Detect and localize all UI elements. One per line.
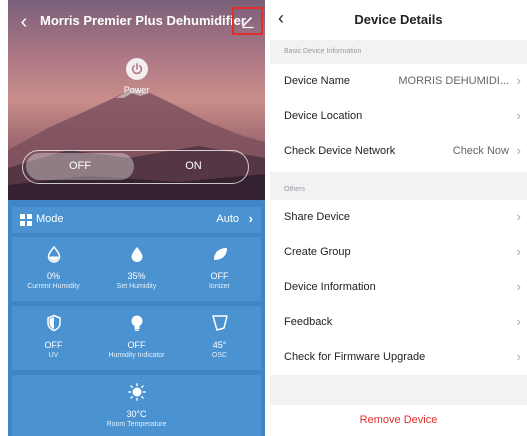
ionizer-tile[interactable]: OFF Ionizer: [178, 237, 261, 301]
chevron-right-icon: ›: [516, 314, 521, 329]
room-temperature-value: 30°C: [126, 409, 147, 419]
mode-row[interactable]: Mode Auto ›: [12, 207, 261, 233]
ionizer-label: Ionizer: [208, 283, 230, 290]
hero-banner: ‹ Morris Premier Plus Dehumidifier Power…: [8, 0, 265, 200]
chevron-right-icon: ›: [516, 209, 521, 224]
device-control-panel: ‹ Morris Premier Plus Dehumidifier Power…: [8, 0, 265, 436]
grid-icon: [20, 214, 32, 226]
power-toggle[interactable]: OFF ON: [22, 150, 249, 184]
pencil-icon: [242, 17, 254, 29]
ionizer-value: OFF: [210, 271, 229, 281]
current-humidity-label: Current Humidity: [27, 283, 80, 290]
shield-icon: [47, 314, 61, 332]
edit-button[interactable]: [232, 7, 263, 35]
device-details-panel: ‹ Device Details Basic Device Informatio…: [270, 0, 527, 436]
create-group-label: Create Group: [284, 246, 351, 258]
chevron-right-icon: ›: [516, 279, 521, 294]
humidity-indicator-label: Humidity Indicator: [108, 352, 165, 359]
status-row-1: 0% Current Humidity 35% Set Humidity OFF…: [12, 237, 261, 301]
left-header: ‹ Morris Premier Plus Dehumidifier: [8, 0, 265, 44]
firmware-upgrade-label: Check for Firmware Upgrade: [284, 351, 426, 363]
room-temperature-tile: 30°C Room Temperature: [95, 375, 178, 436]
room-temperature-label: Room Temperature: [106, 421, 167, 428]
fan-oscillate-icon: [212, 315, 228, 331]
uv-label: UV: [48, 352, 59, 359]
right-header: ‹ Device Details: [270, 0, 527, 40]
section-header-others: Others: [270, 172, 527, 200]
firmware-upgrade-row[interactable]: Check for Firmware Upgrade ›: [270, 340, 527, 375]
droplet-icon: [131, 247, 143, 262]
device-information-label: Device Information: [284, 281, 376, 293]
feedback-label: Feedback: [284, 316, 333, 328]
sun-icon: [128, 383, 146, 401]
mode-value: Auto: [216, 213, 239, 225]
power-label: Power: [123, 85, 150, 95]
current-humidity-tile: 0% Current Humidity: [12, 237, 95, 301]
feedback-row[interactable]: Feedback ›: [270, 305, 527, 340]
mode-label: Mode: [36, 213, 64, 225]
device-title: Morris Premier Plus Dehumidifier: [40, 13, 246, 28]
chevron-right-icon: ›: [516, 73, 521, 88]
toggle-off-option[interactable]: OFF: [26, 153, 134, 180]
device-information-row[interactable]: Device Information ›: [270, 270, 527, 305]
set-humidity-value: 35%: [127, 271, 146, 281]
device-location-label: Device Location: [284, 110, 363, 122]
uv-value: OFF: [44, 340, 63, 350]
device-location-row[interactable]: Device Location ›: [270, 99, 527, 134]
spacer: [270, 375, 527, 405]
set-humidity-label: Set Humidity: [116, 283, 157, 290]
osc-value: 45°: [212, 340, 227, 350]
status-row-2: OFF UV OFF Humidity Indicator 45° OSC: [12, 306, 261, 370]
humidity-indicator-value: OFF: [127, 340, 146, 350]
back-icon[interactable]: ‹: [14, 10, 34, 34]
chevron-right-icon: ›: [248, 211, 253, 226]
chevron-right-icon: ›: [516, 244, 521, 259]
check-network-row[interactable]: Check Device Network Check Now ›: [270, 134, 527, 169]
leaf-icon: [214, 248, 227, 260]
humidity-indicator-tile[interactable]: OFF Humidity Indicator: [95, 306, 178, 370]
status-row-3: 30°C Room Temperature: [12, 375, 261, 436]
osc-tile[interactable]: 45° OSC: [178, 306, 261, 370]
droplet-outline-icon: [47, 245, 61, 263]
uv-tile[interactable]: OFF UV: [12, 306, 95, 370]
share-device-label: Share Device: [284, 211, 351, 223]
share-device-row[interactable]: Share Device ›: [270, 200, 527, 235]
page-title: Device Details: [354, 12, 443, 27]
current-humidity-value: 0%: [46, 271, 60, 281]
device-name-label: Device Name: [284, 75, 351, 87]
power-button[interactable]: [126, 58, 148, 80]
toggle-on-option[interactable]: ON: [141, 153, 246, 180]
osc-label: OSC: [211, 352, 228, 359]
power-icon: [131, 63, 143, 75]
chevron-right-icon: ›: [516, 108, 521, 123]
section-header-basic: Basic Device Information: [270, 40, 527, 64]
chevron-right-icon: ›: [516, 143, 521, 158]
check-now-link[interactable]: Check Now: [453, 145, 509, 157]
remove-device-button[interactable]: Remove Device: [270, 414, 527, 426]
screen: ‹ Morris Premier Plus Dehumidifier Power…: [0, 0, 527, 436]
check-network-label: Check Device Network: [284, 145, 396, 157]
bulb-icon: [131, 315, 143, 331]
device-name-row[interactable]: Device Name MORRIS DEHUMIDI... ›: [270, 64, 527, 99]
set-humidity-tile[interactable]: 35% Set Humidity: [95, 237, 178, 301]
chevron-right-icon: ›: [516, 349, 521, 364]
device-name-value: MORRIS DEHUMIDI...: [398, 75, 509, 87]
create-group-row[interactable]: Create Group ›: [270, 235, 527, 270]
